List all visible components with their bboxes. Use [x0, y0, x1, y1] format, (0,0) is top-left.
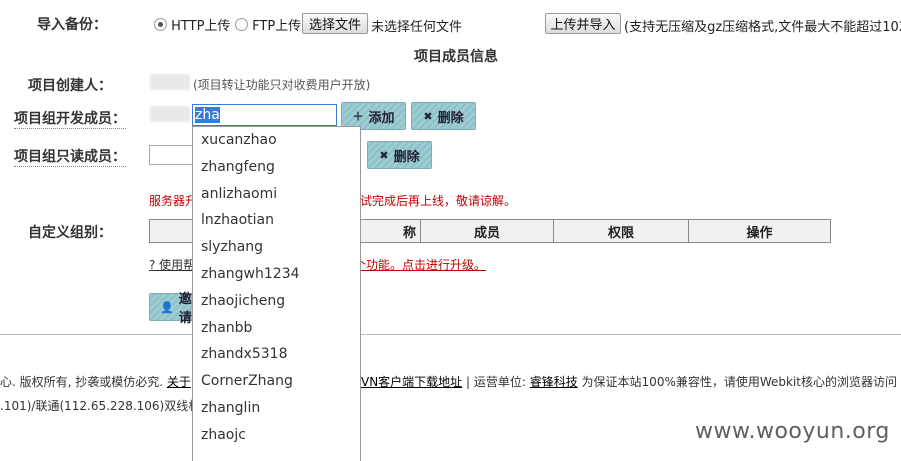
- creator-name-redacted: [150, 74, 190, 90]
- delete-readonly-member-button[interactable]: ✖ 删除: [367, 141, 432, 169]
- list-item[interactable]: slyzhang: [193, 234, 360, 261]
- x-icon: ✖: [379, 148, 389, 162]
- http-radio[interactable]: [154, 18, 167, 31]
- list-item[interactable]: zhanbb: [193, 315, 360, 342]
- creator-note: (项目转让功能只对收费用户开放): [193, 78, 371, 92]
- upgrade-link[interactable]: 这个功能。点击进行升级。: [342, 256, 486, 273]
- footer-about-link[interactable]: 关于: [167, 375, 191, 389]
- column-header-permission: 权限: [553, 219, 689, 243]
- no-file-text: 未选择任何文件: [371, 20, 463, 35]
- ftp-upload-option[interactable]: FTP上传: [235, 15, 301, 34]
- footer-line-1b: VN客户端下载地址 | 运营单位: 睿锋科技 为保证本站100%兼容性，请使用W…: [361, 373, 897, 390]
- custom-groups-label: 自定义组别：: [28, 225, 112, 241]
- footer-copyright: 心. 版权所有, 抄袭或模仿必究.: [0, 375, 167, 389]
- footer-operator: | 运营单位:: [462, 375, 530, 389]
- http-label: HTTP上传: [171, 19, 231, 34]
- list-item[interactable]: zhanglin: [193, 395, 360, 422]
- section-title: 项目成员信息: [414, 49, 498, 65]
- dev-members-label: 项目组开发成员：: [14, 108, 126, 129]
- list-item[interactable]: lnzhaotian: [193, 207, 360, 234]
- dev-member-input-text: zha: [195, 107, 220, 123]
- footer-company-link[interactable]: 睿锋科技: [530, 375, 578, 389]
- delete-readonly-label: 删除: [393, 149, 420, 165]
- import-backup-label: 导入备份：: [37, 17, 107, 33]
- watermark: www.wooyun.org: [695, 419, 890, 444]
- list-item[interactable]: anlizhaomi: [193, 181, 360, 208]
- footer-compat-note: 为保证本站100%兼容性，请使用Webkit核心的浏览器访问: [577, 375, 898, 389]
- list-item[interactable]: zhaojicheng: [193, 288, 360, 315]
- x-icon: ✖: [423, 109, 433, 123]
- server-notice-left: 服务器升: [149, 194, 198, 208]
- help-link[interactable]: ? 使用帮: [149, 256, 195, 273]
- readonly-members-label: 项目组只读成员：: [14, 146, 126, 167]
- delete-dev-member-button[interactable]: ✖ 删除: [411, 102, 476, 130]
- footer-divider: [0, 334, 901, 335]
- dev-member-redacted: [150, 106, 190, 122]
- list-item[interactable]: zhangwh1234: [193, 261, 360, 288]
- footer-vpn-link[interactable]: VN客户端下载地址: [361, 375, 462, 389]
- list-item[interactable]: zhaojc: [193, 422, 360, 449]
- upload-import-button[interactable]: 上传并导入: [545, 13, 621, 34]
- list-item[interactable]: CornerZhang: [193, 368, 360, 395]
- autocomplete-dropdown[interactable]: xucanzhao zhangfeng anlizhaomi lnzhaotia…: [192, 126, 361, 461]
- footer-line-1: 心. 版权所有, 抄袭或模仿必究. 关于: [0, 373, 191, 390]
- delete-button-label: 删除: [437, 110, 464, 126]
- list-item[interactable]: zhangfeng: [193, 154, 360, 181]
- dev-member-input[interactable]: zha: [192, 104, 337, 126]
- server-notice-right: 测试完成后再上线，敬请谅解。: [348, 194, 517, 208]
- readonly-member-input[interactable]: [149, 145, 195, 165]
- http-upload-option[interactable]: HTTP上传: [154, 15, 230, 34]
- choose-file-button[interactable]: 选择文件: [302, 13, 368, 34]
- creator-label: 项目创建人：: [28, 78, 112, 94]
- list-item[interactable]: xucanzhao: [193, 127, 360, 154]
- column-header-members: 成员: [420, 219, 554, 243]
- column-header: [149, 219, 193, 243]
- list-item[interactable]: zhandx5318: [193, 341, 360, 368]
- plus-icon: ＋: [352, 110, 364, 123]
- column-header-actions: 操作: [688, 219, 831, 243]
- invite-button[interactable]: 👤 邀请: [149, 292, 197, 326]
- footer-line-2: .101)/联通(112.65.228.106)双线机: [0, 399, 201, 413]
- import-note: (支持无压缩及gz压缩格式,文件最大不能超过1024M): [624, 20, 901, 35]
- ftp-radio[interactable]: [235, 18, 248, 31]
- ftp-label: FTP上传: [252, 19, 302, 34]
- user-icon: 👤: [160, 300, 174, 314]
- add-button-label: 添加: [368, 110, 395, 126]
